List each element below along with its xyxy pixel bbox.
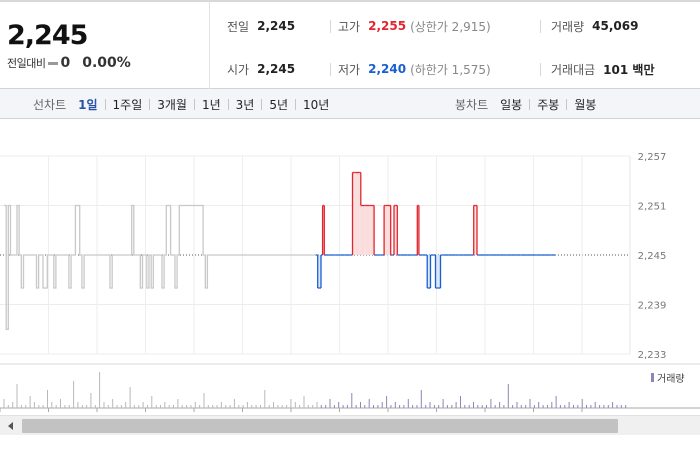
- scroll-left-button[interactable]: [2, 416, 18, 436]
- chart-toolbar: 선차트 1일 1주일 3개월 1년 3년 5년 10년 봉차트 일봉 주봉 월봉: [0, 89, 700, 119]
- y-tick-label: 2,251: [638, 202, 667, 213]
- divider: [227, 98, 229, 110]
- divider: [261, 98, 263, 110]
- price-area-up: [354, 172, 356, 255]
- stock-summary-panel: 2,245 전일대비 0 0.00% 전일 2,245 고가 2,255 (상한…: [0, 0, 700, 89]
- change-value: 0: [60, 55, 71, 71]
- price-area-up: [365, 205, 368, 255]
- divider: [295, 98, 297, 110]
- y-tick-label: 2,257: [638, 152, 667, 163]
- current-price: 2,245: [7, 20, 88, 51]
- price-area-up: [367, 205, 370, 255]
- prev-close-label: 전일: [227, 19, 250, 34]
- divider: [149, 98, 151, 110]
- trade-amount-value: 101 백만: [603, 62, 655, 77]
- candle-chart-label: 봉차트: [455, 97, 489, 112]
- price-area-up: [355, 172, 358, 255]
- trade-amount-label: 거래대금: [551, 62, 596, 77]
- period-tab-3m[interactable]: 3개월: [157, 96, 187, 113]
- divider: [566, 98, 568, 110]
- change-row: 전일대비 0 0.00%: [7, 55, 131, 71]
- volume-legend-label: 거래량: [657, 373, 685, 385]
- price-area-up: [387, 205, 390, 255]
- divider: [540, 20, 541, 33]
- volume-value: 45,069: [592, 19, 639, 33]
- trade-amount: 거래대금 101 백만: [551, 61, 654, 77]
- price-area-up: [364, 205, 366, 255]
- period-tab-1y[interactable]: 1년: [202, 96, 221, 113]
- open-value: 2,245: [257, 62, 296, 76]
- candle-chart-periods: 봉차트 일봉 주봉 월봉: [455, 89, 596, 119]
- candle-tab-daily[interactable]: 일봉: [500, 96, 522, 113]
- divider: [330, 63, 331, 76]
- open-price: 시가 2,245: [227, 61, 295, 77]
- price-area-up: [357, 172, 360, 255]
- divider: [529, 98, 531, 110]
- y-tick-label: 2,239: [638, 301, 667, 312]
- divider: [330, 20, 331, 33]
- prev-close-value: 2,245: [257, 19, 296, 33]
- volume-label: 거래량: [551, 19, 585, 34]
- scroll-thumb[interactable]: [22, 419, 618, 433]
- price-area-up: [370, 205, 373, 255]
- high-price: 고가 2,255 (상한가 2,915): [338, 18, 491, 34]
- change-percent: 0.00%: [82, 55, 131, 71]
- volume: 거래량 45,069: [551, 18, 638, 34]
- high-value: 2,255: [368, 19, 407, 33]
- open-label: 시가: [227, 62, 250, 77]
- divider: [193, 98, 195, 110]
- y-tick-label: 2,245: [638, 251, 667, 262]
- divider: [540, 63, 541, 76]
- low-value: 2,240: [368, 62, 407, 76]
- chart-scrollbar[interactable]: [0, 415, 700, 435]
- volume-legend-swatch: [651, 373, 654, 382]
- unchanged-icon: [48, 61, 59, 65]
- period-tab-1w[interactable]: 1주일: [113, 96, 143, 113]
- price-area-up: [385, 205, 388, 255]
- price-area-up: [362, 205, 365, 255]
- price-area-up: [369, 205, 371, 255]
- period-tab-10y[interactable]: 10년: [303, 96, 329, 113]
- line-chart-periods: 선차트 1일 1주일 3개월 1년 3년 5년 10년: [33, 89, 329, 119]
- arrow-left-icon: [7, 422, 13, 430]
- upper-limit: (상한가 2,915): [410, 19, 491, 34]
- period-tab-5y[interactable]: 5년: [269, 96, 288, 113]
- period-tab-3y[interactable]: 3년: [236, 96, 255, 113]
- period-tab-1d[interactable]: 1일: [78, 96, 97, 113]
- candle-tab-weekly[interactable]: 주봉: [537, 96, 559, 113]
- line-chart-label: 선차트: [33, 97, 67, 112]
- divider: [104, 98, 106, 110]
- intraday-chart: 2,257 2,251 2,245 2,239 2,233 거래량: [0, 119, 700, 415]
- price-chart-svg: 2,257 2,251 2,245 2,239 2,233 거래량: [0, 152, 700, 412]
- low-label: 저가: [338, 62, 361, 77]
- high-label: 고가: [338, 19, 361, 34]
- series-line-previous: [4, 204, 316, 330]
- change-label: 전일대비: [7, 57, 46, 70]
- candle-tab-monthly[interactable]: 월봉: [574, 96, 596, 113]
- prev-close: 전일 2,245: [227, 18, 295, 34]
- price-area-up: [360, 205, 363, 255]
- current-price-box: 2,245 전일대비 0 0.00%: [0, 2, 210, 89]
- price-area-down: [437, 255, 439, 288]
- y-tick-label: 2,233: [638, 350, 667, 361]
- lower-limit: (하한가 1,575): [410, 62, 491, 77]
- low-price: 저가 2,240 (하한가 1,575): [338, 61, 491, 77]
